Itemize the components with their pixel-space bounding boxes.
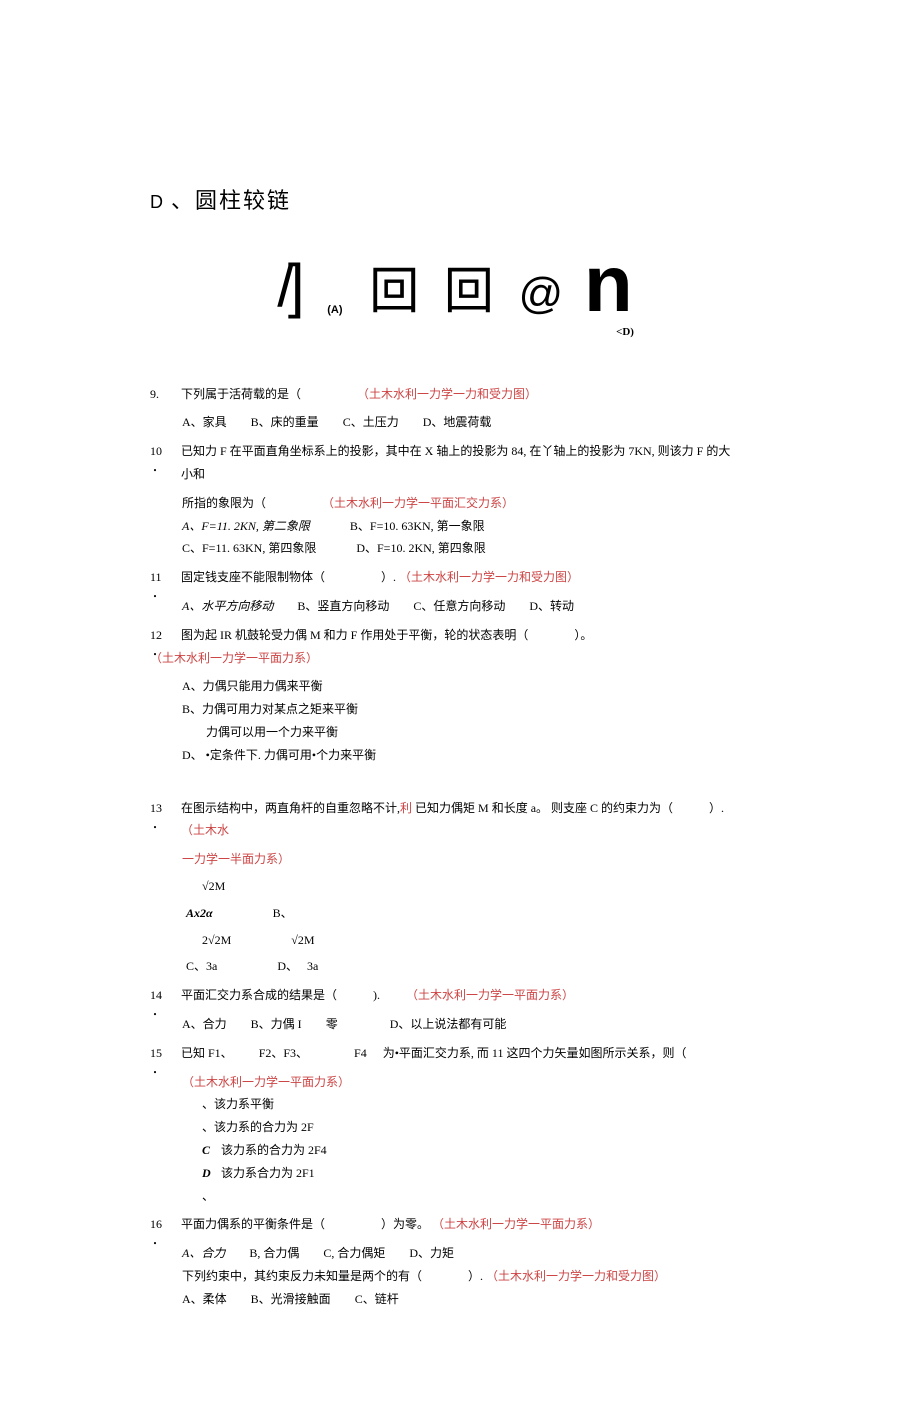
q14-opt-d: D、以上说法都有可能 <box>390 1013 507 1036</box>
q15-options: 、该力系平衡 、该力系的合力为 2F C 该力系的合力为 2F4 D 该力系合力… <box>202 1093 760 1207</box>
q10-opt-c: C、F=11. 63KN, 第四象限 <box>182 537 316 560</box>
q11-opt-c: C、任意方向移动 <box>413 595 505 618</box>
q12-opt-c: 力偶可以用一个力来平衡 <box>206 721 760 744</box>
q16-opt-c: C, 合力偶矩 <box>323 1242 385 1265</box>
q16-opt-d: D、力矩 <box>409 1242 454 1265</box>
question-13: 13 ・ 在图示结构中，两直角杆的自重忽略不计,利 已知力偶矩 M 和长度 a。… <box>150 797 760 843</box>
glyph-sub-d: <D) <box>616 322 634 343</box>
q16-opt-b: B, 合力偶 <box>249 1242 299 1265</box>
q14-opt-a: A、合力 <box>182 1013 227 1036</box>
question-11: 11 ・ 固定钱支座不能限制物体（ ）. （土木水利一力学一力和受力图） <box>150 566 760 589</box>
q13-tag-2: 一力学一半面力系） <box>182 848 760 871</box>
q15-tag: （土木水利一力学一平面力系） <box>182 1071 760 1094</box>
q11-options: A、水平方向移动 B、竖直方向移动 C、任意方向移动 D、转动 <box>182 595 760 618</box>
q11-opt-d: D、转动 <box>529 595 574 618</box>
q13-tag: （土木水 <box>181 823 229 837</box>
question-9: 9. 下列属于活荷载的是（ （土木水利一力学一力和受力图） <box>150 383 760 406</box>
q16-sub: 下列约束中，其约束反力未知量是两个的有（ ）. （土木水利一力学一力和受力图） <box>182 1265 760 1288</box>
glyph-at: @ <box>519 272 564 316</box>
question-12: 12 ・ 图为起 IR 机鼓轮受力偶 M 和力 F 作用处于平衡，轮的状态表明（… <box>150 624 760 670</box>
q15-opt-e: 、 <box>202 1185 760 1208</box>
q12-options: A、力偶只能用力偶来平衡 B、力偶可用力对某点之矩来平衡 力偶可以用一个力来平衡… <box>182 675 760 766</box>
q10-opt-a: A、F=11. 2KN, 第二象限 <box>182 515 310 538</box>
glyph-n: n <box>584 252 633 316</box>
glyph-sub-a: (A) <box>327 305 342 316</box>
option-d-heading: D、圆柱较链 <box>150 180 760 222</box>
q10-opt-d: D、F=10. 2KN, 第四象限 <box>356 537 485 560</box>
q15-opt-a: 、该力系平衡 <box>202 1093 760 1116</box>
q14-options: A、合力 B、力偶 I 零 D、以上说法都有可能 <box>182 1013 760 1036</box>
glyph-box-1: 回 <box>369 266 419 316</box>
question-15: 15 ・ 已知 F1、 F2、F3、 F4 为•平面汇交力系, 而 11 这四个… <box>150 1042 760 1065</box>
q14-tag: （土木水利一力学一平面力系） <box>406 988 574 1002</box>
question-14: 14 ・ 平面汇交力系合成的结果是（ ). （土木水利一力学一平面力系） <box>150 984 760 1007</box>
q10-opt-b: B、F=10. 63KN, 第一象限 <box>350 515 485 538</box>
q11-tag: （土木水利一力学一力和受力图） <box>399 570 579 584</box>
q11-opt-a: A、水平方向移动 <box>182 595 273 618</box>
q16-tag: （土木水利一力学一平面力系） <box>432 1217 600 1231</box>
glyph-box-2: 回 <box>444 266 494 316</box>
q14-opt-b: B、力偶 I <box>251 1013 302 1036</box>
q16-sub-opt-c: C、链杆 <box>355 1288 399 1311</box>
q9-tag: （土木水利一力学一力和受力图） <box>357 387 537 401</box>
q9-opt-b: B、床的重量 <box>251 411 319 434</box>
question-16: 16 ・ 平面力偶系的平衡条件是（ ）为零。 （土木水利一力学一平面力系） <box>150 1213 760 1236</box>
q10-tag: （土木水利一力学一平面汇交力系） <box>322 496 514 510</box>
q15-opt-d: 该力系合力为 2F1 <box>221 1166 315 1180</box>
q16-sub-opt-b: B、光滑接触面 <box>251 1288 331 1311</box>
q12-opt-a: A、力偶只能用力偶来平衡 <box>182 675 760 698</box>
q12-opt-d: D、 •定条件下. 力偶可用•个力来平衡 <box>182 744 760 767</box>
q9-opt-d: D、地震荷载 <box>423 411 492 434</box>
q14-opt-c: 零 <box>326 1013 366 1036</box>
figure-sub-labels: <D) <box>150 322 760 343</box>
q16-opt-a: A、合力 <box>182 1242 225 1265</box>
q13-options: √2M Ax2α B、 2√2M √2M C、3a D、 3a <box>186 875 760 978</box>
glyph-bracket: ] <box>288 256 305 316</box>
q10-options: A、F=11. 2KN, 第二象限 B、F=10. 63KN, 第一象限 C、F… <box>182 515 760 561</box>
option-d-letter: D <box>150 192 165 212</box>
q9-opt-c: C、土压力 <box>343 411 399 434</box>
figure-glyph-row: /] (A) 回 回 @ n <box>150 252 760 316</box>
q9-options: A、家具 B、床的重量 C、土压力 D、地震荷载 <box>182 411 760 434</box>
q11-opt-b: B、竖直方向移动 <box>297 595 389 618</box>
q16-sub-options: A、柔体 B、光滑接触面 C、链杆 <box>182 1288 760 1311</box>
q16-sub-tag: （土木水利一力学一力和受力图） <box>486 1269 666 1283</box>
q12-tag: （土木水利一力学一平面力系） <box>150 651 318 665</box>
question-10: 10 ・ 已知力 F 在平面直角坐标系上的投影，其中在 X 轴上的投影为 84,… <box>150 440 760 486</box>
q16-options: A、合力 B, 合力偶 C, 合力偶矩 D、力矩 <box>182 1242 760 1265</box>
q16-sub-opt-a: A、柔体 <box>182 1288 227 1311</box>
q15-opt-b: 、该力系的合力为 2F <box>202 1116 760 1139</box>
q15-opt-c: 该力系的合力为 2F4 <box>221 1143 327 1157</box>
q9-opt-a: A、家具 <box>182 411 227 434</box>
q12-opt-b: B、力偶可用力对某点之矩来平衡 <box>182 698 760 721</box>
